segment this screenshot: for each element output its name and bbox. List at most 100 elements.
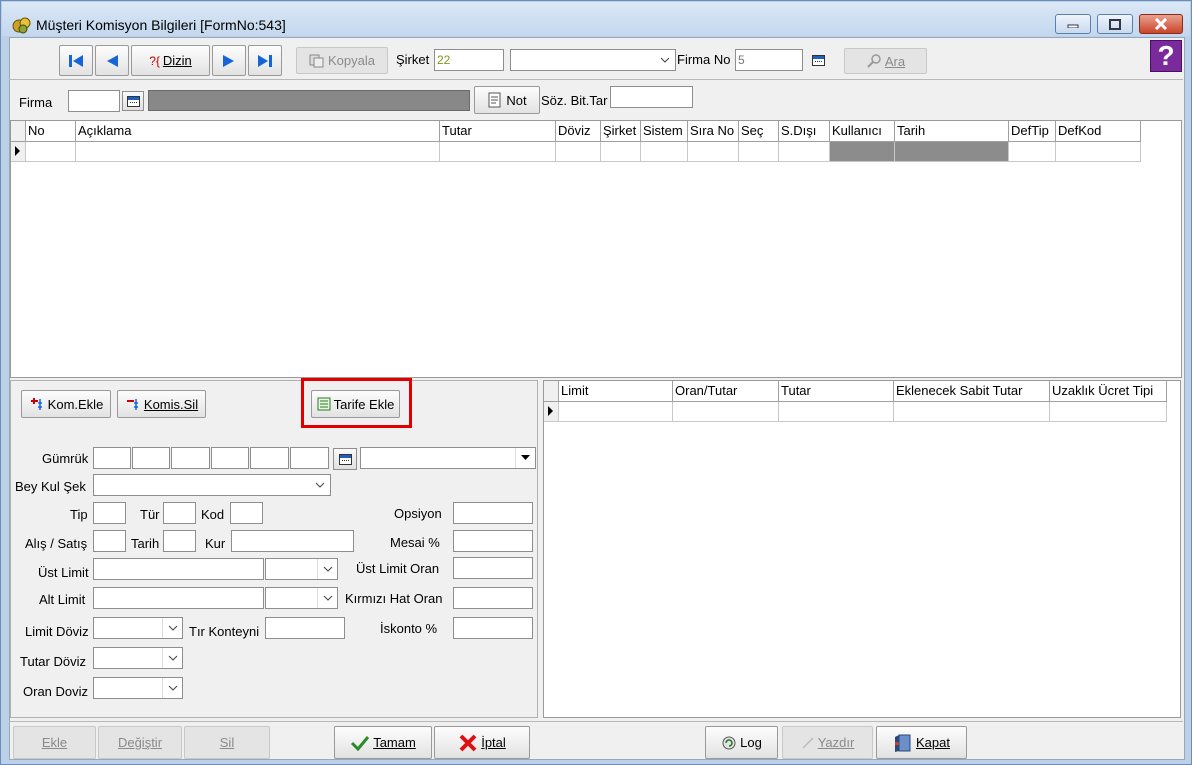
ust-limit-currency-combo[interactable] [265,558,338,580]
yazdir-button[interactable]: Yazdır [782,726,873,759]
col-tutar[interactable]: Tutar [440,121,556,142]
table-cell[interactable] [556,142,601,162]
kopyala-button[interactable]: Kopyala [296,47,388,74]
table-cell[interactable] [601,142,641,162]
close-button[interactable] [1139,14,1183,34]
firma-input[interactable] [68,90,120,112]
komis-sil-button[interactable]: Komis.Sil [117,390,206,418]
tir-konteyni-input[interactable] [265,617,345,639]
tip-input[interactable] [93,502,126,524]
gumruk-input-4[interactable] [211,447,249,469]
ust-limit-oran-input[interactable] [453,557,533,579]
tarih-input[interactable] [163,530,196,552]
table-cell[interactable] [894,402,1050,422]
table-cell[interactable] [779,142,830,162]
exit-door-icon [895,734,911,752]
table-cell[interactable] [26,142,76,162]
kirmizi-hat-oran-input[interactable] [453,587,533,609]
col-sira-no[interactable]: Sıra No [688,121,739,142]
gumruk-calendar-button[interactable] [333,448,357,470]
col-no[interactable]: No [26,121,76,142]
table-cell[interactable] [688,142,739,162]
kod-input[interactable] [230,502,263,524]
col-limit[interactable]: Limit [559,381,673,402]
firma-calendar-button[interactable] [122,91,144,111]
col-tarih[interactable]: Tarih [895,121,1009,142]
col-doviz[interactable]: Döviz [556,121,601,142]
gumruk-combo[interactable] [360,447,536,469]
iptal-button[interactable]: İptal [434,726,530,759]
firma-no-calendar-button[interactable] [808,50,828,70]
help-icon[interactable]: ? [1150,40,1182,72]
opsiyon-input[interactable] [453,502,533,524]
ust-limit-input[interactable] [93,558,264,580]
col-aciklama[interactable]: Açıklama [76,121,440,142]
not-button[interactable]: Not [474,86,540,114]
bey-kul-sek-combo[interactable] [93,474,331,496]
kapat-button[interactable]: Kapat [876,726,967,759]
col-deftip[interactable]: DefTip [1009,121,1056,142]
degistir-button[interactable]: Değiştir [98,726,182,759]
sil-button[interactable]: Sil [184,726,270,759]
sirket-name-combo[interactable] [510,49,676,71]
table-cell[interactable] [76,142,440,162]
kom-ekle-button[interactable]: Kom.Ekle [21,390,111,418]
tarife-ekle-button[interactable]: Tarife Ekle [311,390,400,418]
log-label: Log [740,735,762,750]
firma-no-input[interactable]: 5 [735,49,803,71]
alt-limit-input[interactable] [93,587,264,609]
table-cell[interactable] [1050,402,1167,422]
title-bar: Müşteri Komisyon Bilgileri [FormNo:543] [2,2,1190,36]
tariff-grid[interactable]: Limit Oran/Tutar Tutar Eklenecek Sabit T… [543,380,1181,718]
tutar-doviz-combo[interactable] [93,647,183,669]
ara-button[interactable]: Ara [844,48,927,74]
table-cell[interactable] [641,142,688,162]
chevron-down-icon [660,57,670,63]
minimize-button[interactable] [1055,14,1091,34]
gumruk-input-3[interactable] [171,447,210,469]
alis-satis-input[interactable] [93,530,126,552]
bey-kul-sek-label: Bey Kul Şek [15,479,86,494]
next-record-button[interactable] [212,45,246,76]
tur-input[interactable] [163,502,196,524]
first-record-button[interactable] [59,45,93,76]
soz-bit-tar-input[interactable] [610,86,693,108]
table-cell[interactable] [779,402,894,422]
mesai-input[interactable] [453,530,533,552]
previous-record-button[interactable] [95,45,129,76]
gumruk-input-1[interactable] [93,447,131,469]
limit-doviz-combo[interactable] [93,617,183,639]
ekle-button[interactable]: Ekle [13,726,96,759]
col-sistem[interactable]: Sistem [641,121,688,142]
col-uzaklik-ucret-tipi[interactable]: Uzaklık Ücret Tipi [1050,381,1167,402]
table-cell[interactable] [739,142,779,162]
table-cell[interactable] [1009,142,1056,162]
col-eklenecek-sabit-tutar[interactable]: Eklenecek Sabit Tutar [894,381,1050,402]
log-button[interactable]: Log [705,726,778,759]
oran-doviz-combo[interactable] [93,677,183,699]
kur-input[interactable] [231,530,354,552]
gumruk-input-5[interactable] [250,447,289,469]
iskonto-input[interactable] [453,617,533,639]
dizin-button[interactable]: ?{Dizin [131,45,210,76]
col-sec[interactable]: Seç [739,121,779,142]
table-cell[interactable] [1056,142,1141,162]
sirket-input[interactable]: 22 [434,49,504,71]
col-tutar[interactable]: Tutar [779,381,894,402]
col-sirket[interactable]: Şirket [601,121,641,142]
alt-limit-currency-combo[interactable] [265,587,338,609]
gumruk-input-2[interactable] [132,447,170,469]
col-s-disi[interactable]: S.Dışı [779,121,830,142]
col-oran-tutar[interactable]: Oran/Tutar [673,381,779,402]
tutar-doviz-label: Tutar Döviz [20,654,86,669]
col-kullanici[interactable]: Kullanıcı [830,121,895,142]
last-record-button[interactable] [248,45,282,76]
table-cell[interactable] [559,402,673,422]
tamam-button[interactable]: Tamam [334,726,432,759]
maximize-button[interactable] [1097,14,1133,34]
gumruk-input-6[interactable] [290,447,329,469]
table-cell[interactable] [673,402,779,422]
commission-grid[interactable]: No Açıklama Tutar Döviz Şirket Sistem Sı… [10,120,1182,378]
col-defkod[interactable]: DefKod [1056,121,1141,142]
table-cell[interactable] [440,142,556,162]
